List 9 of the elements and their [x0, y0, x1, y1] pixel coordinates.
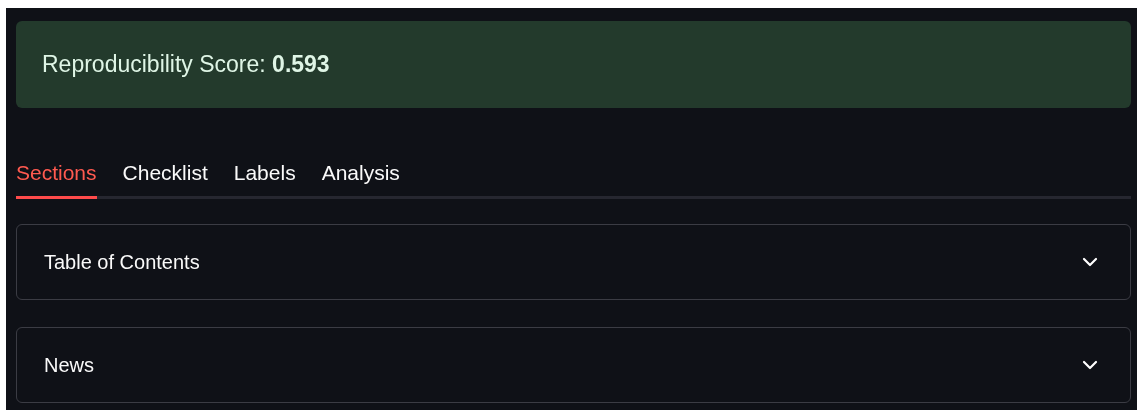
tab[interactable]: Labels — [233, 148, 296, 199]
accordion-header[interactable]: News — [16, 327, 1131, 403]
tab[interactable]: Analysis — [321, 148, 400, 199]
score-text: Reproducibility Score: 0.593 — [42, 50, 330, 80]
tab[interactable]: Checklist — [122, 148, 208, 199]
chevron-down-icon — [1082, 257, 1098, 267]
chevron-down-icon — [1082, 360, 1098, 370]
accordion-header[interactable]: Table of Contents — [16, 224, 1131, 300]
tab[interactable]: Sections — [16, 148, 97, 199]
